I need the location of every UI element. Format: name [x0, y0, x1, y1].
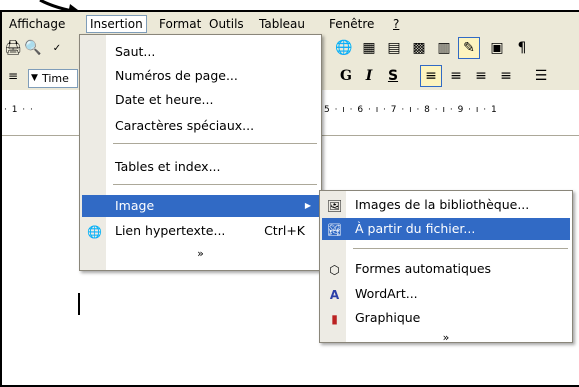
menu-item-saut-label: Saut...	[115, 44, 156, 59]
menu-item-image[interactable]: Image ▶	[82, 195, 319, 217]
ruler-right-marks: 5 · ı · 6 · ı · 7 · ı · 8 · ı · 9 · ı · …	[324, 105, 498, 115]
menu-item-image-label: Image	[115, 198, 155, 213]
menu-item-caracteres-label: Caractères spéciaux...	[115, 118, 255, 133]
window-left-border	[0, 10, 2, 387]
style-icon[interactable]: ≡	[2, 65, 24, 87]
submenu-item-wordart[interactable]: A WordArt...	[322, 283, 570, 305]
dropdown-arrow-icon[interactable]: ▼	[31, 70, 38, 87]
numbering-icon[interactable]: ☰	[530, 65, 552, 87]
print-icon[interactable]: 🖨	[2, 37, 24, 59]
menu-item-lien-label: Lien hypertexte...	[115, 223, 226, 238]
menu-help-label: ?	[393, 17, 400, 31]
align-right-icon[interactable]: ≡	[470, 65, 492, 87]
menu-insertion[interactable]: Insertion	[86, 15, 147, 33]
menu-item-numeros-label: Numéros de page...	[115, 68, 238, 83]
text-cursor	[78, 293, 80, 315]
menu-fenetre-label: Fenêtre	[329, 17, 375, 31]
expand-submenu-chevron-icon[interactable]: »	[320, 331, 572, 344]
submenu-item-a-partir-du-fichier[interactable]: 🏞 À partir du fichier...	[322, 218, 570, 240]
submenu-arrow-icon: ▶	[304, 201, 311, 210]
print-preview-icon[interactable]: 🔍	[22, 37, 44, 59]
menu-item-date-heure[interactable]: Date et heure...	[82, 89, 319, 111]
submenu-item-formes-label: Formes automatiques	[355, 261, 492, 276]
bold-button[interactable]: G	[335, 65, 357, 87]
chart-icon: ▮	[331, 311, 338, 326]
submenu-item-fichier-label: À partir du fichier...	[355, 221, 476, 236]
show-hide-icon[interactable]: ¶	[511, 37, 533, 59]
image-submenu: 🖼 Images de la bibliothèque... 🏞 À parti…	[319, 190, 573, 344]
menu-bar: Affichage Insertion Format Outils Tablea…	[0, 10, 579, 34]
submenu-item-bibliotheque-label: Images de la bibliothèque...	[355, 197, 530, 212]
submenu-item-graphique-label: Graphique	[355, 310, 421, 325]
menu-outils-label: Outils	[209, 17, 244, 31]
hyperlink-globe-icon[interactable]: 🌐	[333, 37, 355, 59]
menu-fenetre[interactable]: Fenêtre	[326, 15, 377, 33]
underline-button[interactable]: S	[382, 65, 404, 87]
font-name-combobox[interactable]: ▼ Time	[28, 69, 78, 88]
menu-separator	[113, 143, 317, 144]
menu-outils[interactable]: Outils	[206, 15, 247, 33]
expand-menu-chevron-icon[interactable]: »	[80, 247, 321, 260]
menu-item-caracteres-speciaux[interactable]: Caractères spéciaux...	[82, 115, 319, 137]
document-map-icon[interactable]: ▣	[486, 37, 508, 59]
menu-item-lien-shortcut: Ctrl+K	[264, 223, 305, 238]
menu-format[interactable]: Format	[156, 15, 204, 33]
menu-tableau[interactable]: Tableau	[256, 15, 308, 33]
menu-item-saut[interactable]: Saut...	[82, 41, 319, 63]
italic-button[interactable]: I	[358, 65, 380, 87]
tables-borders-icon[interactable]: ▦	[358, 37, 380, 59]
menu-item-date-label: Date et heure...	[115, 92, 214, 107]
menu-format-label: Format	[159, 17, 202, 31]
menu-item-lien-hypertexte[interactable]: 🌐 Lien hypertexte... Ctrl+K	[82, 220, 319, 242]
menu-insertion-label: Insertion	[90, 17, 143, 31]
menu-help[interactable]: ?	[390, 15, 402, 33]
insert-excel-icon[interactable]: ▩	[408, 37, 430, 59]
drawing-icon[interactable]: ✎	[458, 37, 480, 59]
insertion-menu: Saut... Numéros de page... Date et heure…	[79, 34, 322, 271]
menu-separator	[113, 184, 317, 185]
menu-tableau-label: Tableau	[259, 17, 305, 31]
submenu-item-graphique[interactable]: ▮ Graphique	[322, 307, 570, 329]
menu-affichage-label: Affichage	[9, 17, 66, 31]
font-name-value: Time	[42, 72, 69, 85]
menu-separator	[353, 248, 568, 249]
spelling-icon[interactable]: ✓	[46, 37, 68, 59]
autoshapes-icon: ⬡	[329, 262, 340, 277]
menu-item-numeros-de-page[interactable]: Numéros de page...	[82, 65, 319, 87]
submenu-item-formes-automatiques[interactable]: ⬡ Formes automatiques	[322, 258, 570, 280]
menu-item-tables-label: Tables et index...	[115, 159, 221, 174]
hyperlink-globe-icon: 🌐	[87, 224, 102, 239]
wordart-icon: A	[329, 287, 340, 302]
submenu-item-wordart-label: WordArt...	[355, 286, 418, 301]
word-window: Affichage Insertion Format Outils Tablea…	[0, 0, 579, 387]
columns-icon[interactable]: ▥	[433, 37, 455, 59]
ruler-left-marks: · 1 · ·	[4, 105, 34, 115]
picture-from-file-icon: 🏞	[326, 222, 343, 237]
menu-item-tables-index[interactable]: Tables et index...	[82, 156, 319, 178]
clipart-icon: 🖼	[326, 198, 343, 213]
insert-table-icon[interactable]: ▤	[383, 37, 405, 59]
justify-icon[interactable]: ≡	[495, 65, 517, 87]
menu-affichage[interactable]: Affichage	[6, 15, 68, 33]
submenu-item-images-bibliotheque[interactable]: 🖼 Images de la bibliothèque...	[322, 194, 570, 216]
align-left-icon[interactable]: ≡	[420, 65, 442, 87]
align-center-icon[interactable]: ≡	[445, 65, 467, 87]
